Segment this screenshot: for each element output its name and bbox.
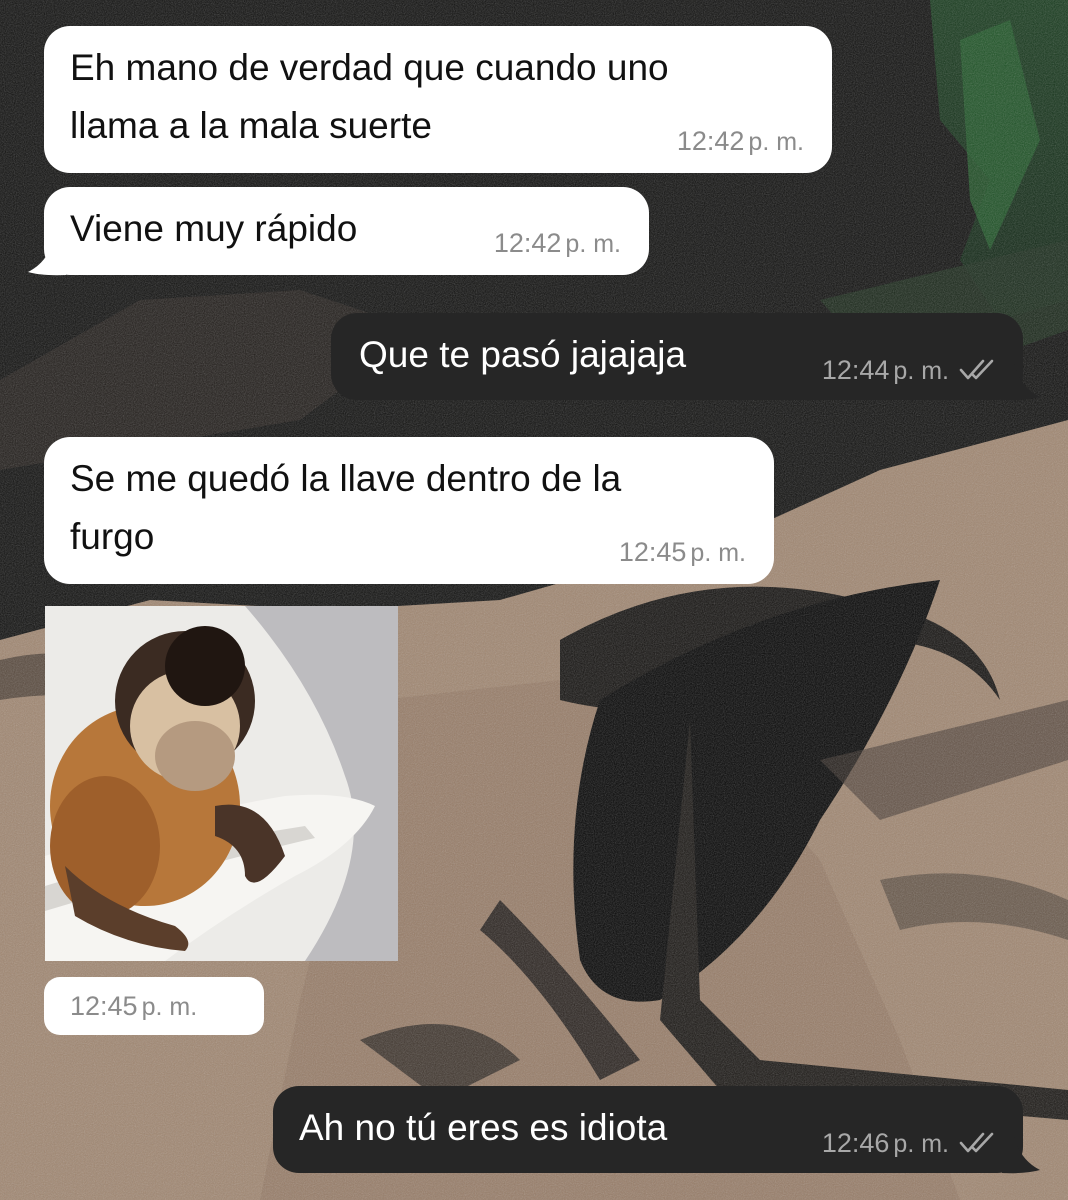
message-timestamp: 12:42 p. m. [676, 126, 804, 156]
message-text-line: Eh mano de verdad que cuando uno [70, 47, 669, 88]
message-timestamp: 12:45 p. m. [70, 991, 198, 1021]
message-text-line: Que te pasó jajajaja [359, 334, 687, 375]
message-bubble-incoming[interactable]: Eh mano de verdad que cuando uno llama a… [44, 26, 832, 173]
image-timestamp-pill: 12:45 p. m. [44, 977, 264, 1035]
message-text-line: Ah no tú eres es idiota [299, 1107, 668, 1148]
double-check-icon [959, 359, 994, 380]
image-message[interactable] [45, 606, 398, 961]
message-text-line: Se me quedó la llave dentro de la [70, 458, 622, 499]
message-timestamp: 12:45 p. m. [618, 537, 746, 567]
message-timestamp: 12:44 p. m. [822, 355, 997, 386]
message-text-line: Viene muy rápido [70, 208, 358, 249]
message-bubble-outgoing[interactable]: Que te pasó jajajaja 12:44 p. m. [331, 313, 1023, 400]
monkey-image [45, 606, 398, 961]
bubble-tail-incoming [28, 238, 66, 276]
double-check-icon [959, 1132, 994, 1153]
message-bubble-incoming[interactable]: Viene muy rápido 12:42 p. m. [44, 187, 649, 275]
bubble-tail-outgoing [1002, 363, 1040, 401]
message-timestamp: 12:46 p. m. [822, 1128, 997, 1159]
message-bubble-incoming[interactable]: Se me quedó la llave dentro de la furgo … [44, 437, 774, 584]
message-text-line: furgo [70, 516, 155, 557]
message-timestamp: 12:42 p. m. [493, 228, 621, 258]
message-text-line: llama a la mala suerte [70, 105, 432, 146]
bubble-tail-outgoing [1002, 1136, 1040, 1174]
message-bubble-outgoing[interactable]: Ah no tú eres es idiota 12:46 p. m. [273, 1086, 1023, 1173]
